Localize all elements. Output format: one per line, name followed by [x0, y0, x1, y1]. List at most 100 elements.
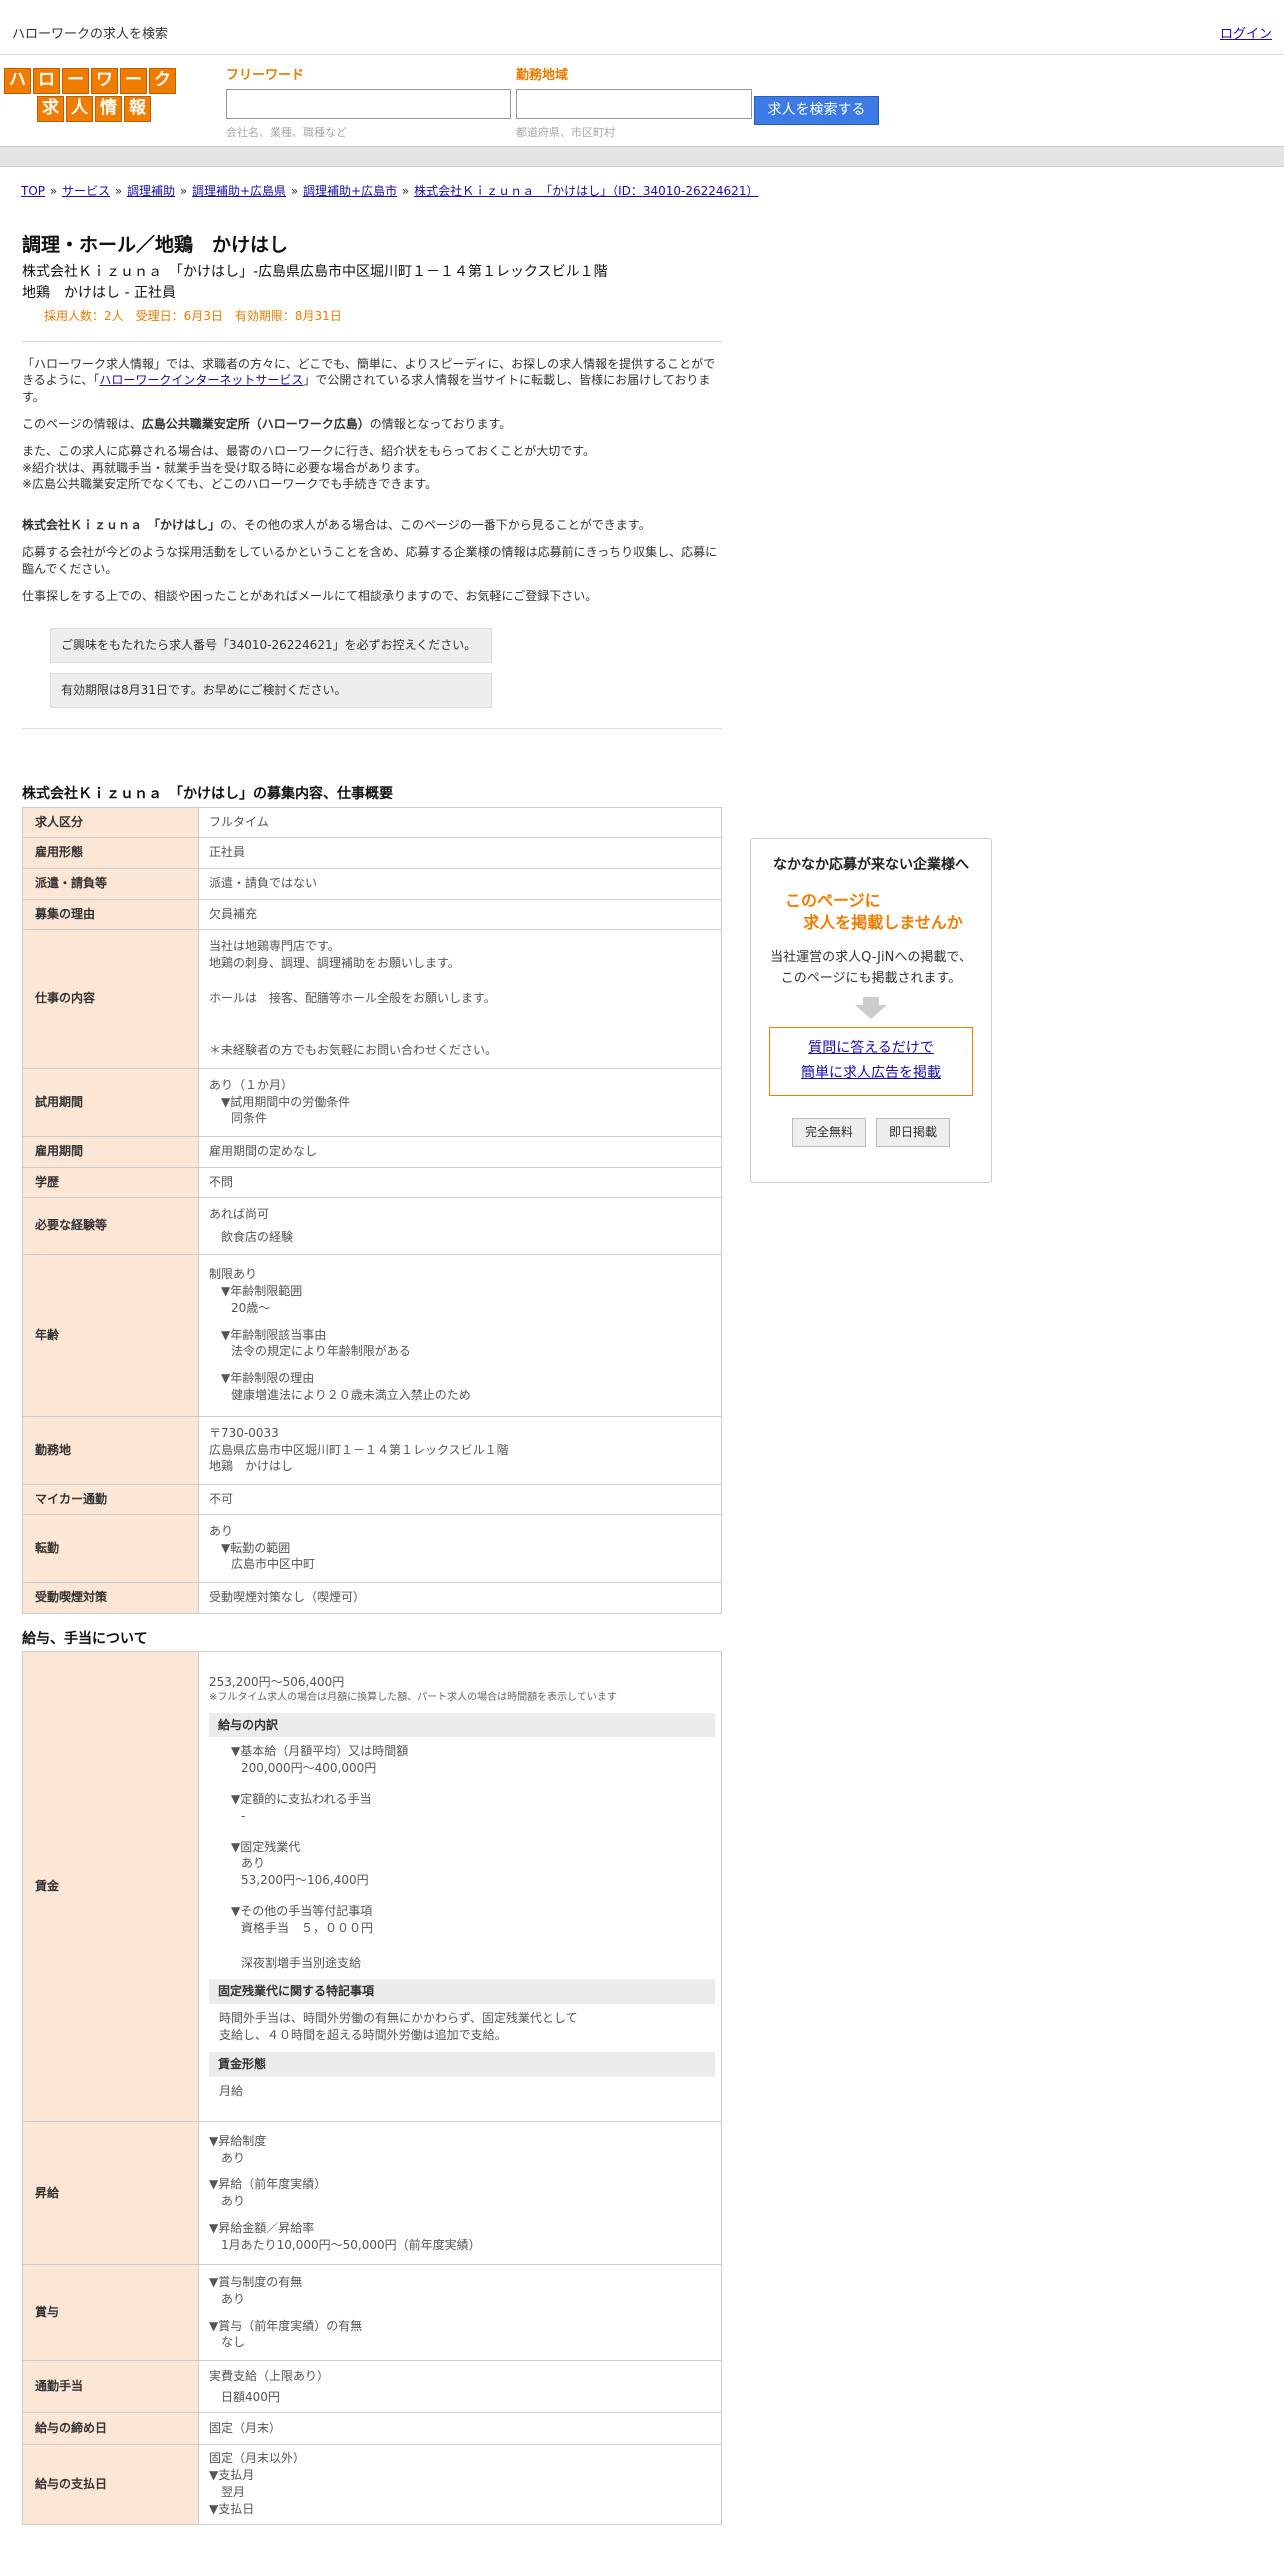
table-row: 給与の支払日 固定（月末以外） ▼支払月 翌月 ▼支払日: [22, 2444, 722, 2526]
value-line: 資格手当 ５，０００円: [241, 1920, 374, 1935]
value-line: 広島市中区中町: [231, 1557, 316, 1572]
value-line: 〒730-0033: [209, 1425, 279, 1440]
row-value: 不可: [198, 1483, 722, 1515]
logo-char: ロ: [33, 68, 60, 94]
logo-row-2: 求 人 情 報: [37, 96, 180, 122]
fixed-overtime-heading: 固定残業代に関する特記事項: [209, 1979, 715, 2005]
table-row: 通勤手当 実費支給（上限あり） 日額400円: [22, 2360, 722, 2414]
salary-range: 253,200円〜506,400円: [209, 1674, 345, 1689]
referral-paragraph: また、この求人に応募される場合は、最寄のハローワークに行き、紹介状をもらっておく…: [22, 443, 722, 493]
area-input[interactable]: [516, 89, 752, 120]
table-row: 派遣・請負等 派遣・請負ではない: [22, 867, 722, 900]
row-header: 受動喫煙対策: [22, 1581, 199, 1614]
value-line: ▼昇給金額／昇給率: [209, 2220, 315, 2235]
salary-title: 給与、手当について: [22, 1630, 148, 1647]
source-text: このページの情報は、: [22, 416, 142, 431]
ad-link-post[interactable]: 簡単に求人広告を掲載: [770, 1064, 972, 1084]
referral-line: ※広島公共職業安定所でなくても、どこのハローワークでも手続きできます。: [22, 477, 438, 492]
row-header: 年齢: [22, 1253, 199, 1417]
row-header: 募集の理由: [22, 898, 199, 930]
breadcrumb-sep: »: [176, 184, 191, 198]
row-header: 求人区分: [22, 806, 199, 838]
ad-badges: 完全無料 即日掲載: [751, 1117, 991, 1147]
search-button[interactable]: 求人を検索する: [754, 96, 879, 125]
breadcrumb-top[interactable]: TOP: [21, 184, 45, 198]
value-line: ▼転勤の範囲: [221, 1540, 291, 1555]
row-value: 欠員補充: [198, 898, 722, 930]
value-line: あり: [221, 2194, 246, 2209]
breadcrumb-prefecture[interactable]: 調理補助+広島県: [192, 184, 286, 198]
row-value: 不問: [198, 1166, 722, 1198]
breadcrumb-city[interactable]: 調理補助+広島市: [303, 184, 397, 198]
table-row: 仕事の内容 当社は地鶏専門店です。 地鶏の刺身、調理、調理補助をお願いします。 …: [22, 928, 722, 1069]
apply-advice: 応募する会社が今どのような採用活動をしているかということを含め、応募する企業様の…: [22, 544, 718, 576]
row-value: 固定（月末）: [198, 2412, 722, 2446]
job-number-notice: ご興味をもたれたら求人番号「34010-26224621」を必ずお控えください。: [50, 628, 492, 664]
job-meta: 採用人数：2人 受理日：6月3日 有効期限：8月31日: [44, 308, 342, 323]
same-day-badge-button[interactable]: 即日掲載: [876, 1117, 951, 1147]
company-name: 株式会社Ｋｉｚｕｎａ 「かけはし」: [22, 518, 221, 533]
value-line: ▼固定残業代: [231, 1839, 301, 1854]
login-link[interactable]: ログイン: [1220, 26, 1272, 44]
value-line: ▼年齢制限該当事由: [221, 1327, 327, 1342]
row-header: 賃金: [22, 1651, 199, 2123]
row-header: 必要な経験等: [22, 1196, 199, 1255]
ad-heading: なかなか応募が来ない企業様へ: [773, 857, 969, 873]
ad-link-questions[interactable]: 質問に答えるだけで: [770, 1039, 972, 1059]
table-row: マイカー通勤 不可: [22, 1483, 722, 1515]
value-line: ▼昇給（前年度実績）: [209, 2177, 327, 2192]
value-line: 深夜割増手当別途支給: [241, 1955, 362, 1970]
keyword-label: フリーワード: [226, 68, 305, 83]
breakdown-heading: 給与の内訳: [209, 1712, 715, 1738]
top-bar: ハローワークの求人を検索 ログイン: [0, 0, 1284, 55]
row-header: マイカー通勤: [22, 1483, 199, 1515]
value-line: 200,000円〜400,000円: [241, 1761, 377, 1776]
logo-row-1: ハ ロ ー ワ ー ク: [4, 68, 180, 94]
row-value: 実費支給（上限あり） 日額400円: [198, 2360, 722, 2414]
value-line: 実費支給（上限あり）: [209, 2368, 330, 2383]
area-hint: 都道府県、市区町村: [516, 126, 615, 140]
table-row: 雇用形態 正社員: [22, 836, 722, 869]
gray-band: [0, 147, 1284, 167]
area-label: 勤務地域: [516, 68, 569, 83]
employer-ad-box: なかなか応募が来ない企業様へ このページに 求人を掲載しませんか 当社運営の求人…: [750, 838, 992, 1183]
value-line: 当社は地鶏専門店です。: [209, 938, 340, 953]
keyword-input[interactable]: [226, 89, 511, 120]
company-address: 株式会社Ｋｉｚｕｎａ 「かけはし」-広島県広島市中区堀川町１－１４第１レックスビ…: [22, 263, 608, 280]
row-value: あれば尚可 飲食店の経験: [198, 1196, 722, 1255]
referral-line: また、この求人に応募される場合は、最寄のハローワークに行き、紹介状をもらっておく…: [22, 443, 596, 458]
ad-catch-line: このページに: [785, 890, 881, 910]
value-line: ▼定額的に支払われる手当: [231, 1792, 372, 1807]
breadcrumb-company[interactable]: 株式会社Ｋｉｚｕｎａ 「かけはし」（ID：34010-26224621）: [414, 184, 758, 198]
logo-char: ワ: [91, 68, 118, 94]
value-line: ▼その他の手当等付記事項: [231, 1904, 373, 1919]
breadcrumb-category[interactable]: 調理補助: [127, 184, 175, 198]
row-header: 通勤手当: [22, 2360, 199, 2414]
value-line: ▼支払日: [209, 2501, 255, 2516]
breadcrumb: TOP » サービス » 調理補助 » 調理補助+広島県 » 調理補助+広島市 …: [20, 183, 759, 200]
salary-table: 賃金 253,200円〜506,400円 ※フルタイム求人の場合は月額に換算した…: [22, 1651, 722, 2526]
value-line: あり: [221, 2291, 246, 2306]
table-row: 試用期間 あり（１か月） ▼試用期間中の労働条件 同条件: [22, 1067, 722, 1137]
other-jobs-text: の、その他の求人がある場合は、このページの一番下から見ることができます。: [220, 518, 651, 533]
value-line: ▼試用期間中の労働条件: [221, 1094, 351, 1109]
hellowork-internet-link[interactable]: ハローワークインターネットサービス: [99, 373, 303, 387]
breadcrumb-sep: »: [398, 184, 414, 198]
free-badge-button[interactable]: 完全無料: [791, 1117, 866, 1147]
table-row: 募集の理由 欠員補充: [22, 898, 722, 930]
logo-char: 情: [95, 96, 122, 122]
row-header: 給与の支払日: [22, 2444, 199, 2526]
row-header: 学歴: [22, 1166, 199, 1198]
breadcrumb-service[interactable]: サービス: [62, 184, 110, 198]
value-line: 地鶏 かけはし: [209, 1459, 294, 1474]
overview-table: 求人区分 フルタイム 雇用形態 正社員 派遣・請負等 派遣・請負ではない 募集の理由欠…: [22, 806, 722, 1614]
row-value: 制限あり ▼年齢制限範囲 20歳～ ▼年齢制限該当事由 法令の規定により年齢制限…: [198, 1253, 722, 1417]
value-line: 1月あたり10,000円〜50,000円（前年度実績）: [221, 2237, 481, 2252]
logo-char: ハ: [4, 68, 31, 94]
site-title: ハローワークの求人を検索: [12, 27, 169, 42]
logo-char: 人: [66, 96, 93, 122]
value-line: ▼支払月: [209, 2467, 255, 2482]
divider: [22, 727, 722, 729]
hellowork-logo[interactable]: ハ ロ ー ワ ー ク 求 人 情 報: [4, 68, 180, 124]
value-line: ▼昇給制度: [209, 2133, 267, 2148]
